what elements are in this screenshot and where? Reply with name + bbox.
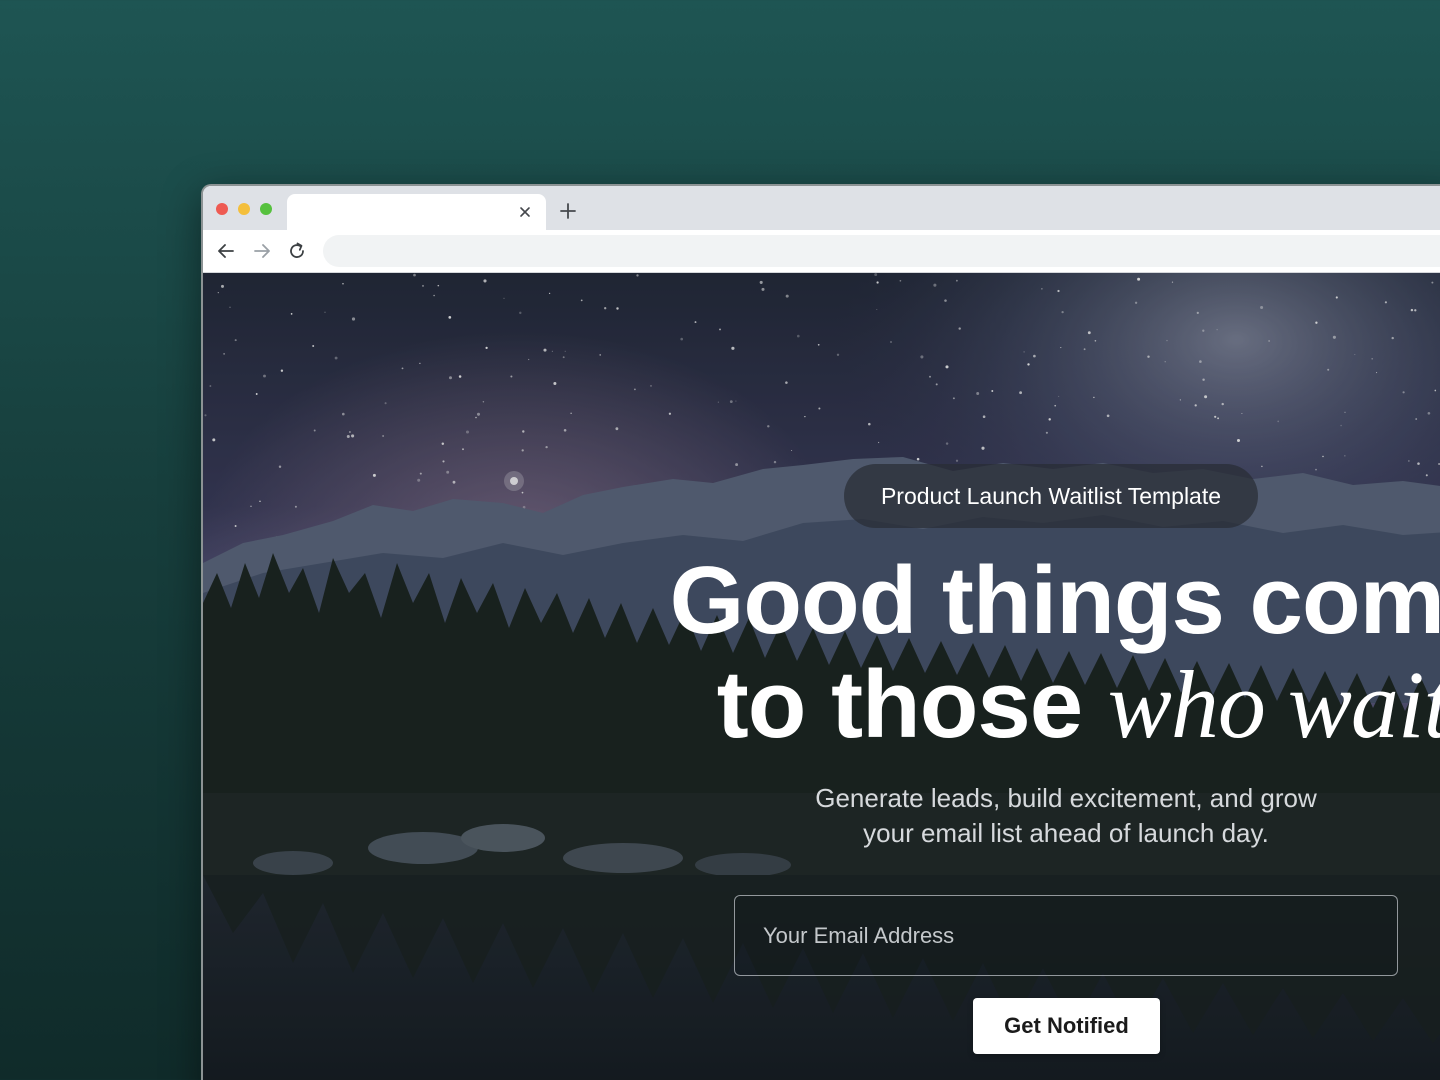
headline-line-2-regular: to those — [716, 651, 1083, 758]
hero-subheadline: Generate leads, build excitement, and gr… — [766, 781, 1366, 851]
new-tab-plus-icon[interactable] — [559, 202, 577, 220]
subheadline-line-1: Generate leads, build excitement, and gr… — [815, 783, 1317, 813]
back-arrow-icon[interactable] — [215, 240, 237, 262]
headline-line-1: Good things come — [669, 547, 1440, 654]
page-viewport: Product Launch Waitlist Template Good th… — [203, 273, 1440, 1080]
address-bar[interactable] — [323, 235, 1440, 267]
headline-line-2-italic: who wait — [1107, 651, 1440, 758]
template-badge: Product Launch Waitlist Template — [844, 464, 1258, 528]
forward-arrow-icon[interactable] — [251, 240, 273, 262]
subheadline-line-2: your email list ahead of launch day. — [863, 818, 1269, 848]
browser-tab[interactable] — [287, 194, 546, 230]
hero-headline: Good things come to those who wait — [583, 549, 1440, 757]
reload-icon[interactable] — [286, 240, 308, 262]
email-input[interactable] — [734, 895, 1398, 976]
get-notified-button[interactable]: Get Notified — [973, 998, 1160, 1054]
window-close-dot[interactable] — [216, 203, 228, 215]
browser-window: Product Launch Waitlist Template Good th… — [201, 184, 1440, 1080]
browser-toolbar — [203, 230, 1440, 273]
tab-close-icon[interactable] — [516, 203, 534, 221]
window-maximize-dot[interactable] — [260, 203, 272, 215]
tab-bar — [203, 186, 1440, 230]
window-minimize-dot[interactable] — [238, 203, 250, 215]
